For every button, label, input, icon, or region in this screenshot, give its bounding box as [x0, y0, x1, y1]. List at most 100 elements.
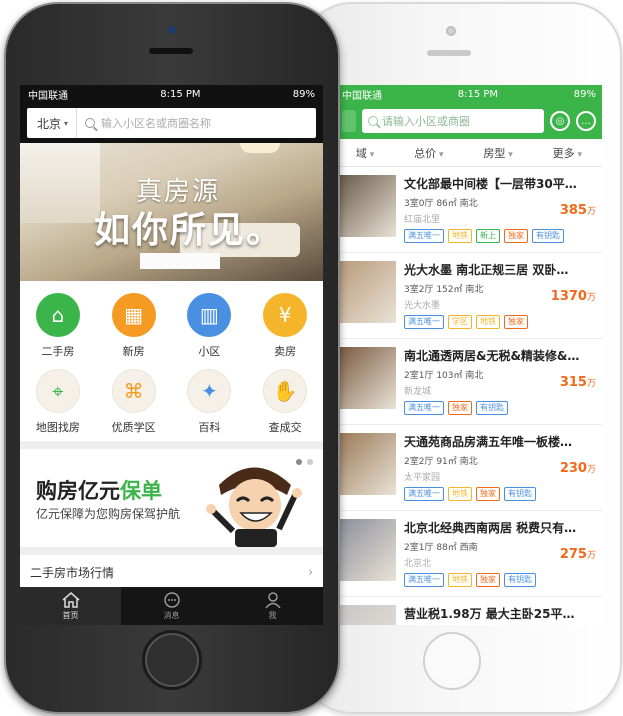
price-unit: 万 [586, 379, 596, 389]
filter-total-price[interactable]: 总价 [414, 145, 443, 161]
home-screen: 中国联通 8:15 PM 89% 北京 输入小区名或商圈名称 真房源 如你所见。… [20, 85, 323, 625]
listing-info: 文化部最中间楼【一层带30平… 3室0厅 86㎡ 南北 红庙北里 385万 满五唯一 地铁… [404, 175, 596, 246]
feature-label: 小区 [198, 345, 221, 358]
listing-price: 230万 [560, 461, 596, 476]
tab-messages[interactable]: 消息 [121, 587, 222, 625]
search-header: 北京 输入小区名或商圈名称 [20, 103, 323, 143]
bottom-tab-bar: 首页 消息 我 [20, 587, 323, 625]
feature-item[interactable]: ✦ 百科 [172, 369, 248, 435]
feature-item[interactable]: ⌖ 地图找房 [20, 369, 96, 435]
search-input[interactable]: 输入小区名或商圈名称 [77, 115, 211, 131]
feature-label: 查成交 [268, 421, 302, 434]
listing-tags: 满五唯一 地铁 新上 独家 有钥匙 [404, 229, 596, 243]
battery-label: 89% [292, 88, 315, 100]
banner-slogan: 如你所见。 [94, 210, 285, 251]
filter-area[interactable]: 域 [356, 145, 374, 161]
listing-tag: 满五唯一 [404, 229, 444, 243]
listing-photo [338, 433, 396, 495]
feature-label: 卖房 [274, 345, 297, 358]
listing-item[interactable]: 营业税1.98万 最大主卧25平… [336, 597, 602, 625]
listing-tags: 满五唯一 地铁 独家 有钥匙 [404, 573, 596, 587]
listing-tag: 学区 [448, 315, 472, 329]
listing-tag: 地铁 [448, 229, 472, 243]
listing-item[interactable]: 文化部最中间楼【一层带30平… 3室0厅 86㎡ 南北 红庙北里 385万 满五唯一 地铁… [336, 167, 602, 253]
feature-item[interactable]: ¥ 卖房 [247, 293, 323, 359]
clock: 8:15 PM [160, 88, 201, 100]
listing-tag: 满五唯一 [404, 573, 444, 587]
banner-lamp-image [240, 143, 280, 153]
market-trend-row[interactable]: 二手房市场行情 › [20, 555, 323, 589]
listing-photo [338, 605, 396, 625]
listing-screen: 中国联通 8:15 PM 89% 请输入小区或商圈 ◎ … 域 总价 房型 更多… [336, 85, 602, 625]
listing-tag: 地铁 [448, 573, 472, 587]
feature-item[interactable]: ▦ 新房 [96, 293, 172, 359]
promo-title-highlight: 保单 [120, 479, 162, 503]
search-icon [368, 116, 378, 126]
listing-tag: 独家 [476, 487, 500, 501]
graduation-cap-icon: ⌘ [111, 369, 156, 413]
tab-profile[interactable]: 我 [222, 587, 323, 625]
feature-item[interactable]: ⌘ 优质学区 [96, 369, 172, 435]
city-selector[interactable]: 北京 [27, 108, 78, 138]
listing-tags: 满五唯一 学区 地铁 独家 [404, 315, 596, 329]
listing-title: 光大水墨 南北正规三居 双卧… [404, 263, 569, 277]
listing-tags: 满五唯一 地铁 独家 有钥匙 [404, 487, 596, 501]
feature-label: 新房 [122, 345, 145, 358]
listing-price: 1370万 [551, 289, 596, 304]
promo-title: 购房亿元保单 [36, 475, 162, 505]
listing-photo [338, 261, 396, 323]
hero-banner[interactable]: 真房源 如你所见。 [20, 143, 323, 281]
tab-home[interactable]: 首页 [20, 587, 121, 625]
listing-photo [338, 175, 396, 237]
listing-title: 南北通透两居&无税&精装修&… [404, 349, 580, 363]
listing-price: 385万 [560, 203, 596, 218]
filter-room-type[interactable]: 房型 [483, 145, 512, 161]
feature-item[interactable]: ✋ 查成交 [247, 369, 323, 435]
chat-icon[interactable]: … [576, 111, 596, 131]
carrier-label: 中国联通 [28, 90, 68, 102]
listing-tag: 有钥匙 [476, 401, 508, 415]
search-input[interactable]: 请输入小区或商圈 [362, 109, 544, 133]
home-tab-icon [62, 591, 79, 608]
back-icon[interactable] [342, 110, 356, 132]
price-value: 275 [559, 547, 587, 562]
product-showcase: 中国联通 8:15 PM 89% 请输入小区或商圈 ◎ … 域 总价 房型 更多… [0, 0, 623, 716]
banner-window-image [20, 143, 100, 223]
price-unit: 万 [586, 293, 596, 303]
listing-tag: 有钥匙 [504, 573, 536, 587]
listing-title: 北京北经典西南两居 税费只有… [404, 521, 577, 535]
listing-photo [338, 519, 396, 581]
listing-tag: 满五唯一 [404, 401, 444, 415]
price-unit: 万 [586, 465, 596, 475]
promo-title-prefix: 购房亿元 [36, 479, 120, 503]
listing-tag: 独家 [504, 315, 528, 329]
tab-home-label: 首页 [62, 610, 79, 620]
listing-item[interactable]: 北京北经典西南两居 税费只有… 2室1厅 88㎡ 西南 北京北 275万 满五唯一 地铁独… [336, 511, 602, 597]
search-placeholder: 输入小区名或商圈名称 [101, 117, 212, 130]
tab-messages-label: 消息 [163, 610, 180, 620]
promo-card[interactable]: 购房亿元保单 亿元保障为您购房保驾护航 [20, 449, 323, 547]
listing-item[interactable]: 光大水墨 南北正规三居 双卧… 3室2厅 152㎡ 南北 光大水墨 1370万 满五唯一… [336, 253, 602, 339]
listing-item[interactable]: 南北通透两居&无税&精装修&… 2室1厅 103㎡ 南北 新龙城 315万 满五唯一 独家… [336, 339, 602, 425]
price-unit: 万 [586, 551, 596, 561]
filter-more[interactable]: 更多 [553, 145, 582, 161]
listing-item[interactable]: 天通苑商品房满五年唯一板楼… 2室2厅 91㎡ 南北 太平家园 230万 满五唯一 地铁独… [336, 425, 602, 511]
listing-tag: 地铁 [448, 487, 472, 501]
banner-table-image [140, 253, 220, 269]
feature-item[interactable]: ⌂ 二手房 [20, 293, 96, 359]
search-header: 请输入小区或商圈 ◎ … [336, 103, 602, 139]
price-value: 1370 [550, 289, 587, 304]
location-icon[interactable]: ◎ [550, 111, 570, 131]
listing-price: 315万 [560, 375, 596, 390]
listing-tag: 有钥匙 [504, 487, 536, 501]
home-button[interactable] [142, 630, 202, 690]
profile-tab-icon [264, 591, 281, 608]
bulb-icon: ✦ [187, 369, 232, 413]
price-value: 385 [559, 203, 587, 218]
feature-label: 百科 [198, 421, 221, 434]
home-button[interactable] [423, 632, 481, 690]
feature-item[interactable]: ▥ 小区 [172, 293, 248, 359]
listing-title: 营业税1.98万 最大主卧25平… [404, 607, 575, 621]
listing-list: 文化部最中间楼【一层带30平… 3室0厅 86㎡ 南北 红庙北里 385万 满五唯一 地铁… [336, 167, 602, 625]
status-bar: 中国联通 8:15 PM 89% [20, 85, 323, 103]
